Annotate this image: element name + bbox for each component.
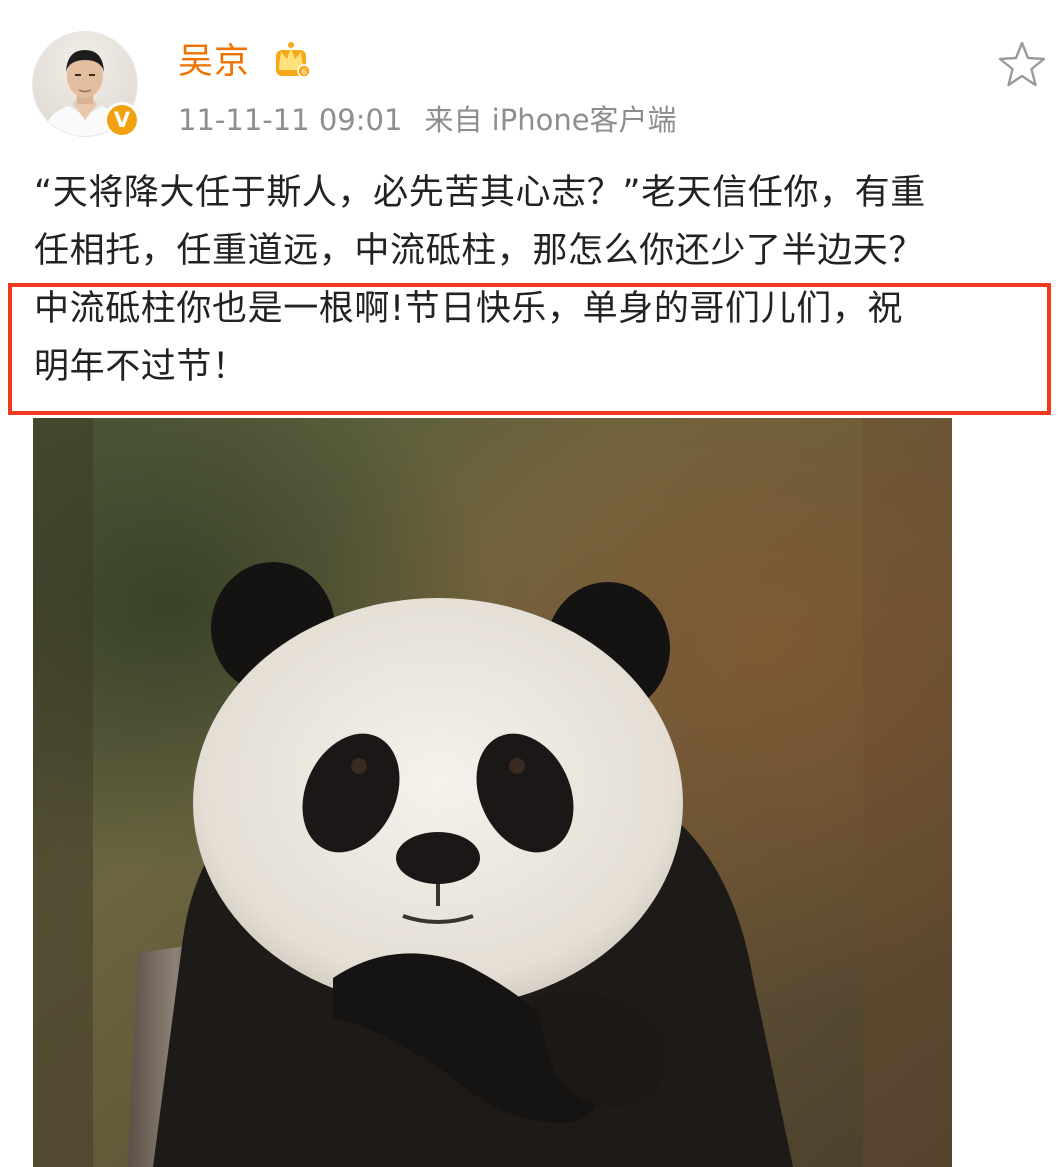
crown-level-icon: 6 [276,42,311,78]
post-text-line: 任相托，任重道远，中流砥柱，那怎么你还少了半边天？ [34,231,925,271]
verified-badge: V [104,102,140,138]
post-header: V 吴京 6 11-11-11 09:01 来自 iPhone客户端 [0,0,1064,150]
verified-v-icon: V [107,105,137,135]
star-outline-icon[interactable] [997,40,1047,90]
post-text-line: “天将降大任于斯人，必先苦其心志？”老天信任你，有重 [34,173,926,213]
post-source[interactable]: 来自 iPhone客户端 [424,103,676,137]
svg-text:6: 6 [301,68,306,77]
panda-photo [33,418,952,1167]
post-timestamp: 11-11-11 09:01 [178,103,403,137]
author-name[interactable]: 吴京 [178,38,250,86]
post-image[interactable] [33,418,952,1167]
highlight-annotation [8,283,1051,415]
post-meta: 11-11-11 09:01 来自 iPhone客户端 [178,99,677,141]
